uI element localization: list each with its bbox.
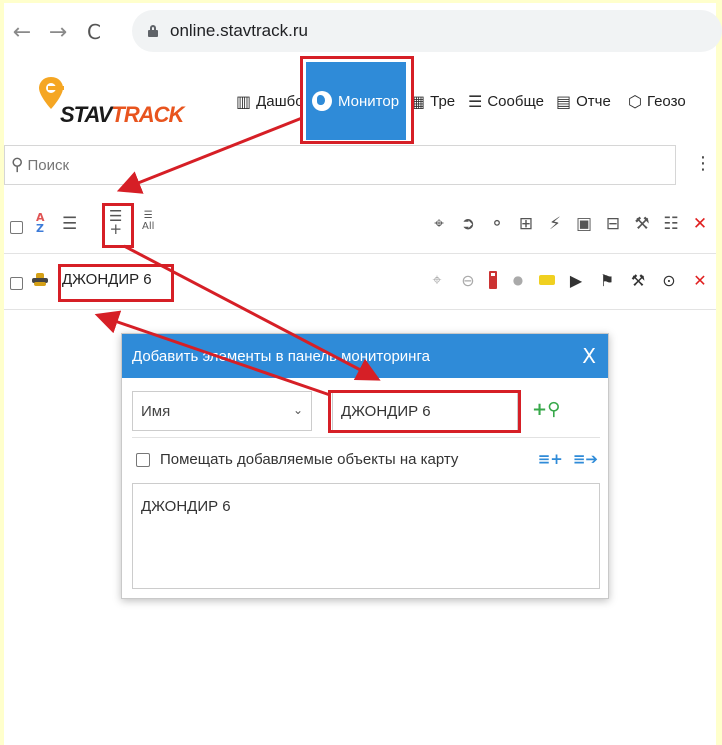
power-icon[interactable]: ⚡	[545, 214, 565, 234]
dashboard-icon: ▥	[236, 91, 252, 111]
gps-icon[interactable]: ⌖	[427, 270, 447, 290]
flag-icon[interactable]: ⚑	[597, 271, 617, 290]
menu-item-geozones[interactable]: ⬡ Геозо	[624, 62, 700, 140]
play-icon[interactable]: ▶	[566, 271, 586, 290]
results-list: ДЖОНДИР 6	[132, 483, 600, 589]
menu-item-monitoring[interactable]: Монитор	[306, 62, 406, 140]
url-text: online.stavtrack.ru	[170, 21, 308, 40]
wrench-icon[interactable]: ⚒	[632, 214, 652, 234]
main-menu: ▥ Дашбо Монитор ▦ Тре ☰ Сообще ▤ Отче ⬡ …	[232, 62, 700, 140]
sort-az-icon[interactable]: AZ	[36, 212, 45, 234]
app-header: STAVTRACK ▥ Дашбо Монитор ▦ Тре ☰ Сообще…	[4, 62, 716, 140]
delete-icon[interactable]: ✕	[690, 214, 710, 234]
add-items-dialog: Добавить элементы в панель мониторинга X…	[121, 333, 609, 599]
stavtrack-logo[interactable]: STAVTRACK	[38, 72, 188, 132]
unit-status-icons: ⌖ ⊖ ● ▶ ⚑ ⚒ ⊙ ✕	[427, 270, 710, 290]
result-item[interactable]: ДЖОНДИР 6	[141, 498, 591, 515]
unit-checkbox[interactable]	[10, 277, 23, 290]
delete-icon[interactable]: ✕	[690, 271, 710, 290]
menu-item-messages[interactable]: ☰ Сообще	[464, 62, 552, 140]
menu-item-dashboard[interactable]: ▥ Дашбо	[232, 62, 306, 140]
geozones-icon: ⬡	[628, 91, 642, 111]
clipboard-icon[interactable]: ☷	[661, 214, 681, 234]
wrench-icon[interactable]: ⚒	[628, 271, 648, 290]
monitoring-toolbar: AZ ☰ ☰ + ☰ All ⌖ ➲ ⚬ ⊞ ⚡ ▣ ⊟ ⚒ ☷ ✕	[4, 200, 716, 254]
toolbar-actions: ⌖ ➲ ⚬ ⊞ ⚡ ▣ ⊟ ⚒ ☷ ✕	[429, 214, 710, 234]
screen-icon[interactable]: ▣	[574, 214, 594, 234]
chevron-down-icon: ⌄	[292, 403, 303, 417]
unit-name[interactable]: ДЖОНДИР 6	[62, 271, 152, 288]
battery-low-icon[interactable]	[489, 271, 497, 289]
menu-item-reports[interactable]: ▤ Отче	[552, 62, 624, 140]
add-search-icon[interactable]: +⚲	[532, 399, 560, 420]
search-box[interactable]: ⚲	[4, 145, 676, 185]
dialog-title: Добавить элементы в панель мониторинга	[132, 347, 430, 365]
network-icon[interactable]: ⊞	[516, 214, 536, 234]
tracks-icon: ▦	[410, 91, 426, 111]
address-bar[interactable]: online.stavtrack.ru	[132, 10, 722, 52]
close-icon[interactable]: X	[582, 344, 596, 368]
add-selected-icon[interactable]: ≡+	[538, 450, 563, 468]
status-dot-icon[interactable]: ●	[508, 273, 528, 287]
signal-icon[interactable]: ⚬	[487, 214, 507, 234]
search-field[interactable]: ДЖОНДИР 6	[332, 391, 518, 431]
search-input[interactable]	[27, 156, 628, 174]
dialog-add-actions: ≡+ ≡➔	[538, 450, 598, 468]
logo-wordmark: STAVTRACK	[60, 102, 184, 127]
unit-row[interactable]: ДЖОНДИР 6 ⌖ ⊖ ● ▶ ⚑ ⚒ ⊙ ✕	[4, 256, 716, 310]
reload-button[interactable]: C	[76, 20, 112, 44]
browser-toolbar: ← → C online.stavtrack.ru	[4, 3, 722, 61]
reports-icon: ▤	[556, 91, 572, 111]
fuel-icon[interactable]	[539, 275, 555, 285]
globe-icon	[312, 91, 332, 111]
divider	[132, 437, 600, 438]
lock-icon	[148, 25, 158, 37]
forward-button[interactable]: →	[40, 20, 76, 45]
add-all-arrow-icon[interactable]: ≡➔	[573, 450, 598, 468]
back-button[interactable]: ←	[4, 20, 40, 45]
place-on-map-checkbox[interactable]	[136, 452, 150, 467]
locate-icon[interactable]: ⌖	[429, 214, 449, 234]
search-by-select[interactable]: Имя ⌄	[132, 391, 312, 431]
more-options-icon[interactable]: ⋮	[694, 153, 712, 174]
arrow-circle-icon[interactable]: ➲	[458, 214, 478, 234]
add-to-list-icon[interactable]: ☰ +	[109, 209, 122, 237]
place-on-map-option[interactable]: Помещать добавляемые объекты на карту	[136, 451, 458, 468]
search-icon: ⚲	[11, 155, 24, 175]
place-on-map-label: Помещать добавляемые объекты на карту	[160, 451, 459, 468]
menu-item-tracks[interactable]: ▦ Тре	[406, 62, 464, 140]
add-all-icon[interactable]: ☰ All	[142, 210, 154, 232]
add-doc-icon[interactable]: ⊟	[603, 214, 623, 234]
tractor-icon	[32, 273, 48, 287]
list-icon[interactable]: ☰	[62, 214, 77, 234]
dropdown-circle-icon[interactable]: ⊙	[659, 271, 679, 290]
stopped-icon[interactable]: ⊖	[458, 271, 478, 290]
dialog-header: Добавить элементы в панель мониторинга X	[122, 334, 608, 378]
select-all-checkbox[interactable]	[10, 221, 23, 234]
search-row: ⚲ ⋮	[4, 143, 716, 189]
messages-icon: ☰	[468, 91, 483, 111]
